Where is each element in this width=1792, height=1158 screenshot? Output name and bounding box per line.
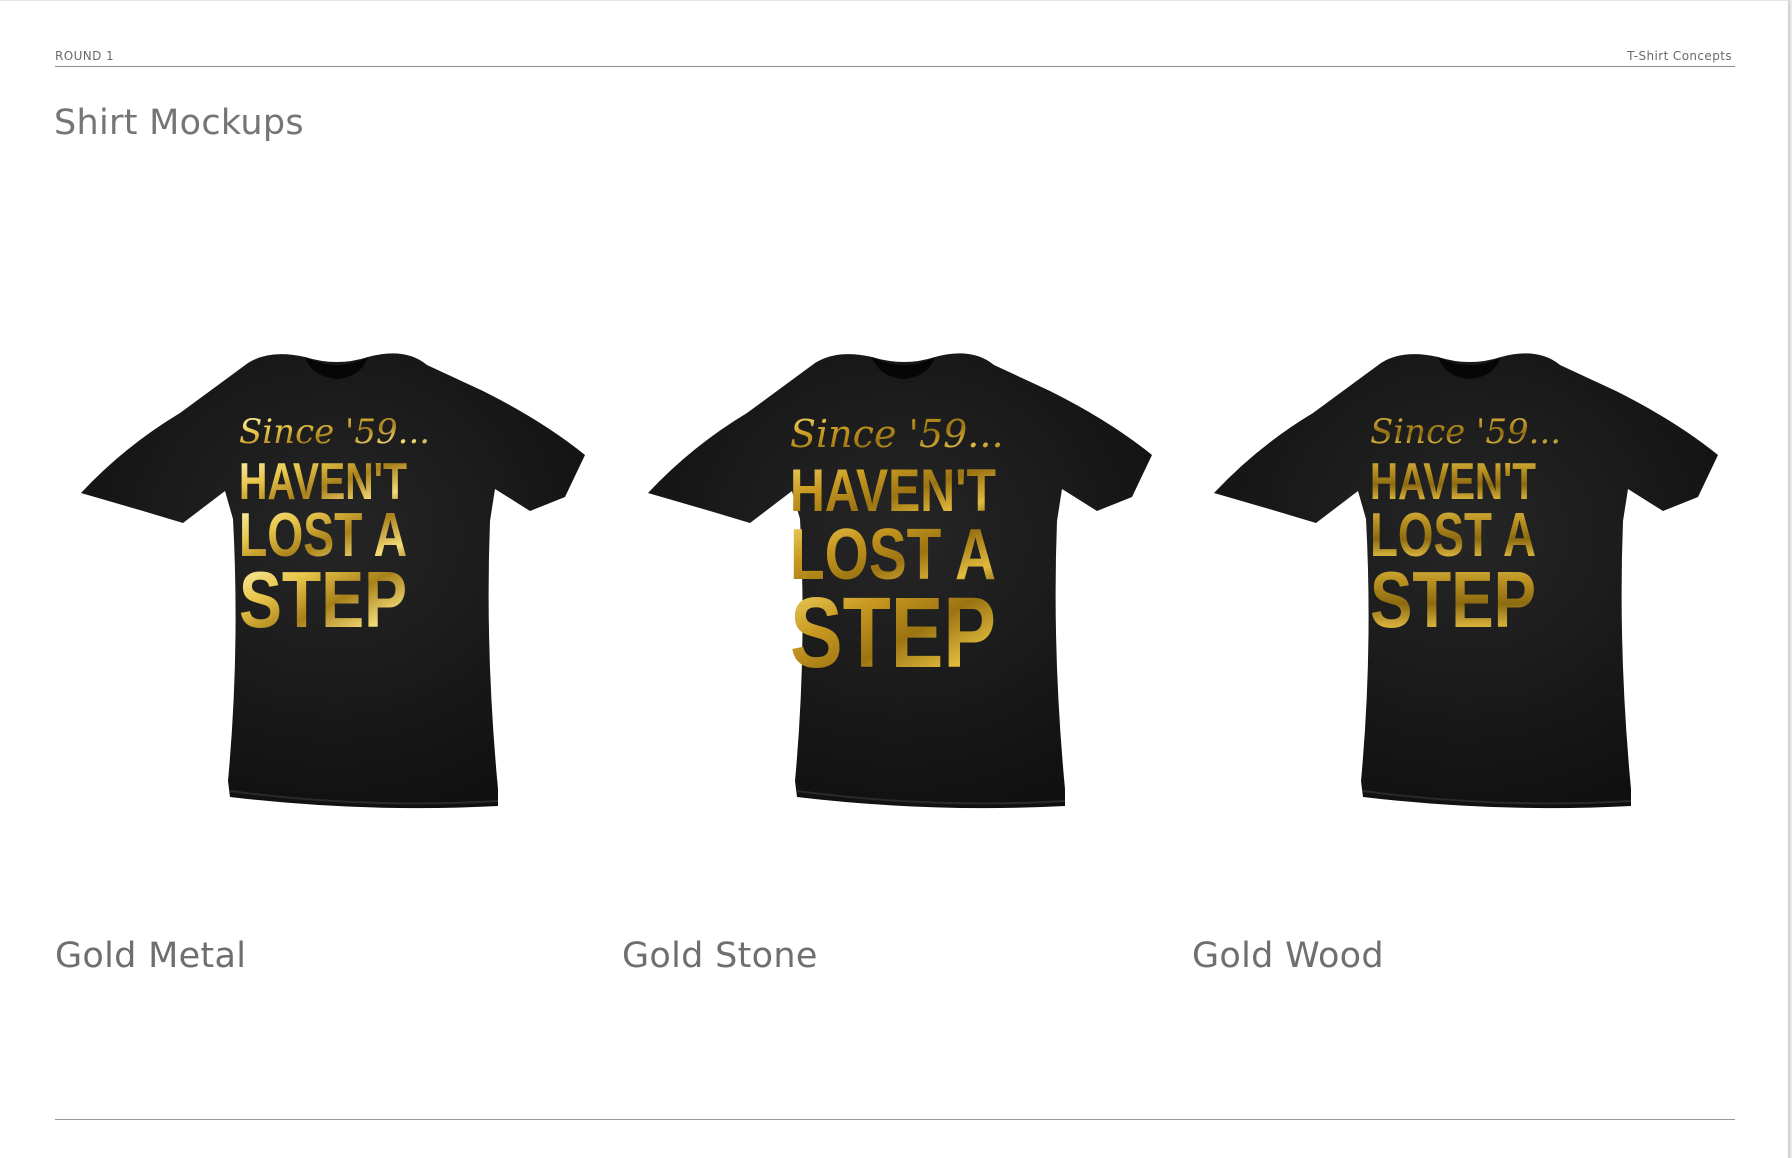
tshirt-image: Since '59... HAVEN'T LOST A STEP xyxy=(648,353,1152,809)
print-script-line: Since '59... xyxy=(239,412,430,452)
mockup-gold-stone: Since '59... HAVEN'T LOST A STEP xyxy=(632,351,1172,861)
print-script-line: Since '59... xyxy=(790,412,1004,456)
caption-gold-stone: Gold Stone xyxy=(622,936,818,976)
section-label: T-Shirt Concepts xyxy=(1627,49,1732,63)
print-line-haven-t: HAVEN'T xyxy=(790,457,996,524)
document-page: ROUND 1 T-Shirt Concepts Shirt Mockups S… xyxy=(0,0,1790,1158)
mockup-gold-wood: Since '59... HAVEN'T LOST A STEP xyxy=(1198,351,1738,861)
caption-gold-metal: Gold Metal xyxy=(55,936,247,976)
print-line-step: STEP xyxy=(239,555,407,644)
tshirt-image: Since '59... HAVEN'T LOST A STEP xyxy=(1214,353,1718,809)
print-line-step: STEP xyxy=(1370,555,1536,644)
header-divider xyxy=(55,66,1735,67)
footer-divider xyxy=(55,1119,1735,1120)
caption-gold-wood: Gold Wood xyxy=(1192,936,1384,976)
mockup-gold-metal: Since '59... HAVEN'T LOST A STEP xyxy=(65,351,605,861)
print-line-step: STEP xyxy=(790,577,996,689)
round-label: ROUND 1 xyxy=(55,49,115,63)
print-script-line: Since '59... xyxy=(1370,412,1561,452)
page-title: Shirt Mockups xyxy=(54,103,304,143)
tshirt-image: Since '59... HAVEN'T LOST A STEP xyxy=(81,353,585,809)
